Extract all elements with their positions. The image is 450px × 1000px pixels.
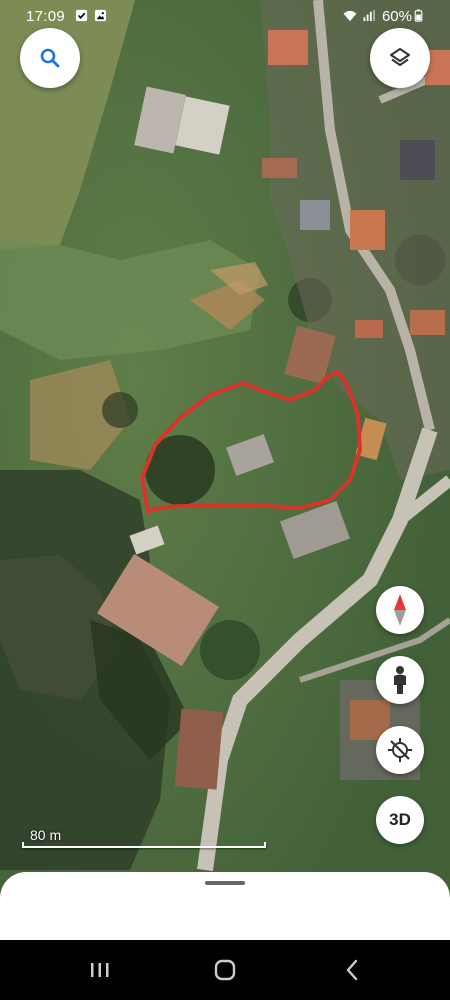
check-box-icon: [75, 9, 88, 22]
back-button[interactable]: [332, 952, 372, 988]
scale-bar-line: [22, 842, 266, 848]
system-nav-bar: [0, 940, 450, 1000]
compass-button[interactable]: [376, 586, 424, 634]
recent-apps-button[interactable]: [80, 952, 120, 988]
compass-icon: [394, 594, 406, 626]
bottom-sheet-handle[interactable]: [205, 881, 245, 885]
scale-bar: 80 m: [22, 827, 266, 850]
satellite-map[interactable]: [0, 0, 450, 940]
wifi-icon: [343, 10, 357, 22]
scale-label: 80 m: [30, 827, 62, 843]
home-icon: [214, 959, 236, 981]
my-location-button[interactable]: [376, 726, 424, 774]
satellite-imagery: [0, 0, 450, 940]
pegman-icon: [394, 666, 406, 694]
3d-view-button[interactable]: 3D: [376, 796, 424, 844]
layers-button[interactable]: [370, 28, 430, 88]
clock: 17:09: [26, 8, 66, 25]
battery-percent: 60%: [381, 8, 412, 25]
image-icon: [94, 9, 107, 22]
street-view-button[interactable]: [376, 656, 424, 704]
layers-icon: [390, 48, 410, 66]
back-icon: [346, 959, 358, 981]
search-icon: [40, 48, 60, 68]
battery-icon: [414, 9, 423, 22]
signal-icon: [363, 9, 376, 22]
recent-apps-icon: [91, 963, 109, 977]
location-off-icon: [388, 738, 412, 762]
search-button[interactable]: [20, 28, 80, 88]
3d-label: 3D: [389, 810, 411, 829]
home-button[interactable]: [205, 952, 245, 988]
status-bar: 17:09 60%: [0, 0, 450, 32]
